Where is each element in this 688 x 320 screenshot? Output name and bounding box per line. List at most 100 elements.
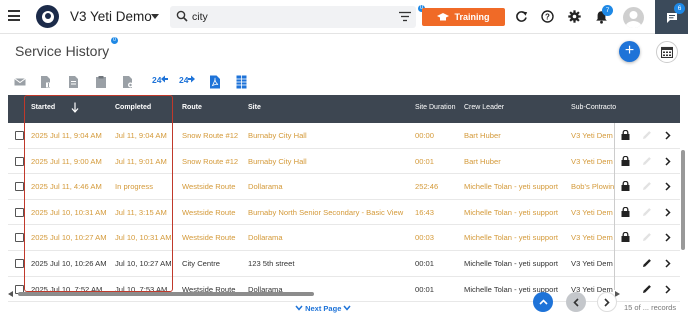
messages-badge: 6 <box>674 3 685 14</box>
chevron-right-icon[interactable] <box>665 182 671 191</box>
toolbar: 24 24 <box>0 70 688 94</box>
chevron-right-icon[interactable] <box>665 208 671 217</box>
chevron-down-icon <box>343 305 352 311</box>
edit-pencil-icon <box>643 233 651 242</box>
col-site[interactable]: Site <box>248 104 261 111</box>
training-button[interactable]: Training <box>422 8 505 26</box>
edit-pencil-icon <box>643 156 651 165</box>
edit-pencil-icon[interactable] <box>642 284 652 294</box>
cell-sub: V3 Yeti Dem <box>571 156 613 166</box>
cell-route: Westside Route <box>182 182 236 192</box>
menu-icon[interactable] <box>8 10 20 21</box>
page-title-badge: 0 <box>111 37 118 44</box>
scroll-top-button[interactable] <box>533 292 553 312</box>
horizontal-scroll-thumb[interactable] <box>18 292 314 296</box>
add-button[interactable]: + <box>619 41 640 62</box>
cell-site: Dollarama <box>248 233 283 243</box>
prev-page-button[interactable] <box>566 292 586 312</box>
lock-icon <box>621 206 630 217</box>
search-box[interactable] <box>170 6 416 28</box>
document-export-icon[interactable] <box>40 75 52 89</box>
cell-site: Burnaby City Hall <box>248 131 307 140</box>
cell-sub: V3 Yeti Dem <box>571 131 613 140</box>
edit-pencil-icon <box>643 131 651 139</box>
search-input[interactable] <box>192 9 382 25</box>
chevron-down-icon[interactable] <box>151 14 159 19</box>
help-icon[interactable]: ? <box>541 10 554 23</box>
cell-crew: Michelle Tolan - yeti support <box>464 233 558 243</box>
next-24-hours-button[interactable]: 24 <box>179 75 196 89</box>
search-icon <box>176 10 188 22</box>
clipboard-icon[interactable] <box>95 75 107 89</box>
chevron-down-icon <box>295 305 303 311</box>
row-checkbox[interactable] <box>15 182 24 192</box>
document-settings-icon[interactable] <box>122 75 134 89</box>
messages-button[interactable]: 6 <box>655 0 688 34</box>
chevron-up-icon <box>538 299 548 305</box>
graduation-cap-icon <box>437 12 450 20</box>
cell-duration: 00:00 <box>415 131 435 140</box>
pdf-icon[interactable] <box>209 75 221 89</box>
scroll-left-icon[interactable] <box>8 291 14 297</box>
last-24-hours-button[interactable]: 24 <box>152 75 169 89</box>
lock-icon <box>621 130 630 140</box>
lock-icon <box>621 155 630 166</box>
col-sub-contractor[interactable]: Sub-Contracto <box>571 104 616 111</box>
row-checkbox[interactable] <box>15 207 24 217</box>
app-name[interactable]: V3 Yeti Demo <box>70 9 152 24</box>
chevron-right-icon[interactable] <box>665 285 671 294</box>
gear-icon[interactable] <box>568 10 581 23</box>
cell-sub: V3 Yeti Dem <box>571 207 613 217</box>
next-page-label: Next Page <box>305 304 342 313</box>
cell-site: Dollarama <box>248 182 283 192</box>
chevron-right-icon[interactable] <box>665 233 671 242</box>
cell-sub: V3 Yeti Dem <box>571 233 613 243</box>
refresh-icon[interactable] <box>515 10 528 23</box>
row-checkbox[interactable] <box>15 156 24 166</box>
vertical-scroll-thumb[interactable] <box>681 150 685 250</box>
notifications-badge: 7 <box>602 5 613 16</box>
cell-route: Snow Route #12 <box>182 156 239 166</box>
btn-24-left-label: 24 <box>152 75 162 85</box>
cell-duration: 00:01 <box>415 156 435 166</box>
cell-route: Westside Route <box>182 233 236 243</box>
cell-duration: 00:01 <box>415 259 435 268</box>
svg-text:?: ? <box>545 12 550 21</box>
next-page-link[interactable]: Next Page <box>295 304 352 313</box>
chat-icon <box>667 13 677 23</box>
app-logo[interactable] <box>36 5 59 28</box>
filter-icon[interactable] <box>399 11 411 22</box>
cell-site: 123 5th street <box>248 259 295 268</box>
row-checkbox[interactable] <box>15 131 24 140</box>
col-crew-leader[interactable]: Crew Leader <box>464 104 504 111</box>
training-label: Training <box>454 12 490 22</box>
email-icon[interactable] <box>14 75 26 89</box>
cell-sub: V3 Yeti Dem <box>571 259 613 268</box>
user-avatar[interactable] <box>623 7 644 28</box>
col-route[interactable]: Route <box>182 104 202 111</box>
chevron-right-icon[interactable] <box>665 157 671 166</box>
cell-crew: Michelle Tolan - yeti support <box>464 259 558 268</box>
btn-24-right-label: 24 <box>179 75 189 85</box>
lock-icon <box>621 181 630 192</box>
row-checkbox[interactable] <box>15 233 24 243</box>
cell-crew: Michelle Tolan - yeti support <box>464 182 558 192</box>
chevron-right-icon[interactable] <box>665 131 671 140</box>
row-checkbox[interactable] <box>15 259 24 268</box>
document-list-icon[interactable] <box>68 75 80 89</box>
edit-pencil-icon[interactable] <box>642 258 652 268</box>
col-site-duration[interactable]: Site Duration <box>415 104 455 111</box>
spreadsheet-icon[interactable] <box>236 75 247 89</box>
chevron-left-icon <box>573 297 579 307</box>
chevron-right-icon[interactable] <box>665 259 671 268</box>
next-page-button[interactable] <box>597 292 617 312</box>
arrow-right-icon <box>188 75 196 83</box>
cell-duration: 16:43 <box>415 207 435 217</box>
page-title: Service History <box>15 43 110 59</box>
records-count: 15 of ... records <box>624 303 677 312</box>
calendar-view-button[interactable] <box>656 41 678 63</box>
cell-site: Burnaby City Hall <box>248 156 307 166</box>
cell-sub: Bob's Plowin <box>571 182 615 192</box>
horizontal-scrollbar[interactable] <box>8 291 620 297</box>
highlight-box <box>24 95 173 292</box>
